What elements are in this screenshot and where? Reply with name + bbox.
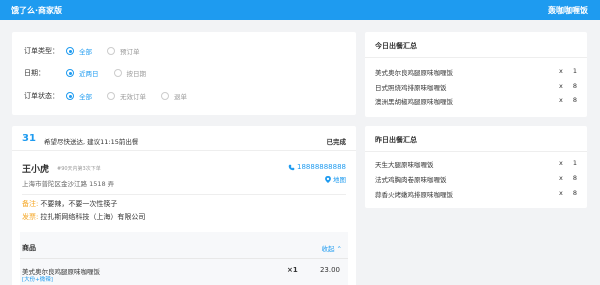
option-label: 退单 — [174, 93, 187, 101]
customer-name: 王小虎 — [22, 165, 50, 175]
order-status: 已完成 — [326, 138, 347, 146]
today-summary-panel: 今日出餐汇总 美式奥尔良鸡腿原味咖喱饭 x1 日式照烧鸡排原味咖喱饭 x8 澳洲… — [365, 32, 587, 117]
radio-icon — [66, 47, 74, 55]
radio-icon — [66, 69, 74, 77]
order-hint: 希望尽快送达, 建议11:15前出餐 — [44, 138, 139, 146]
chevron-up-icon: ⌃ — [334, 245, 342, 253]
dish-name: 美式奥尔良鸡腿原味咖喱饭 — [375, 69, 453, 77]
product-spec: [大份+微辣] — [22, 277, 53, 283]
order-remark: 备注: 不要辣，不要一次性筷子 — [22, 199, 117, 209]
divider — [365, 57, 587, 58]
divider — [20, 258, 348, 259]
filter-date: 日期： 近两日 按日期 — [24, 68, 161, 78]
filter-status: 订单状态： 全部 无效订单 退单 — [24, 91, 202, 101]
dish-qty: x8 — [559, 96, 577, 104]
yesterday-summary-title: 昨日出餐汇总 — [375, 136, 417, 144]
yesterday-summary-panel: 昨日出餐汇总 天生大腿原味咖喱饭 x1 法式鸡胸肉卷原味咖喱饭 x8 蒜香火烤嫩… — [365, 126, 587, 208]
radio-icon — [107, 47, 115, 55]
order-number: 31 — [22, 133, 36, 144]
dish-name: 法式鸡胸肉卷原味咖喱饭 — [375, 176, 447, 184]
location-pin-icon — [325, 175, 331, 183]
summary-row: 蒜香火烤嫩鸡排原味咖喱饭 x8 — [375, 189, 577, 199]
option-label: 全部 — [79, 48, 92, 56]
invoice-key: 发票: — [22, 213, 39, 221]
filter-label: 日期： — [24, 69, 45, 77]
dish-qty: x8 — [559, 189, 577, 197]
today-summary-title: 今日出餐汇总 — [375, 42, 417, 50]
order-invoice: 发票: 拉扎斯网络科技（上海）有限公司 — [22, 212, 145, 222]
summary-row: 美式奥尔良鸡腿原味咖喱饭 x1 — [375, 67, 577, 77]
option-label: 全部 — [79, 93, 92, 101]
divider — [365, 151, 587, 152]
dish-name: 天生大腿原味咖喱饭 — [375, 161, 434, 169]
dish-qty: x1 — [559, 67, 577, 75]
summary-row: 澳洲黑胡椒鸡腿原味咖喱饭 x8 — [375, 96, 577, 106]
map-link[interactable]: 地图 — [325, 174, 346, 184]
status-option-invalid[interactable]: 无效订单 — [107, 91, 146, 101]
option-label: 预订单 — [120, 48, 140, 56]
customer-order-count: #90天内第3次下单 — [57, 166, 101, 172]
order-header: 31 希望尽快送达, 建议11:15前出餐 已完成 — [12, 126, 356, 151]
filter-order-type: 订单类型： 全部 预订单 — [24, 46, 155, 56]
products-title: 商品 — [22, 244, 36, 252]
divider — [22, 194, 346, 195]
product-price: 23.00 — [319, 266, 340, 274]
radio-icon — [66, 92, 74, 100]
phone-link[interactable]: 18888888888 — [288, 163, 346, 171]
dish-name: 日式照烧鸡排原味咖喱饭 — [375, 84, 447, 92]
option-label: 近两日 — [79, 70, 99, 78]
order-type-option-all[interactable]: 全部 — [66, 46, 92, 56]
remark-key: 备注: — [22, 200, 39, 208]
status-option-all[interactable]: 全部 — [66, 91, 92, 101]
top-bar: 饿了么·商家版 轰咖咖喱饭 — [0, 0, 600, 20]
shop-name[interactable]: 轰咖咖喱饭 — [548, 5, 588, 16]
dish-name: 蒜香火烤嫩鸡排原味咖喱饭 — [375, 191, 453, 199]
phone-number: 18888888888 — [297, 163, 346, 171]
collapse-label: 收起 — [321, 245, 335, 253]
remark-value: 不要辣，不要一次性筷子 — [40, 200, 118, 208]
summary-row: 日式照烧鸡排原味咖喱饭 x8 — [375, 82, 577, 92]
map-label: 地图 — [333, 176, 346, 184]
app-title: 饿了么·商家版 — [11, 6, 63, 15]
radio-icon — [161, 92, 169, 100]
customer-address: 上海市普陀区金沙江路 1518 弄 — [22, 180, 115, 188]
product-qty: ×1 — [287, 266, 298, 274]
phone-icon — [288, 164, 295, 170]
dish-qty: x8 — [559, 82, 577, 90]
dish-qty: x8 — [559, 174, 577, 182]
radio-icon — [113, 69, 122, 77]
option-label: 按日期 — [126, 70, 147, 78]
summary-row: 法式鸡胸肉卷原味咖喱饭 x8 — [375, 174, 577, 184]
status-option-refund[interactable]: 退单 — [161, 91, 187, 101]
filter-label: 订单状态： — [24, 92, 59, 100]
filter-panel: 订单类型： 全部 预订单 日期： 近两日 按日期 订单状态： 全部 无效订单 退… — [12, 32, 356, 115]
filter-label: 订单类型： — [24, 47, 59, 55]
order-card: 31 希望尽快送达, 建议11:15前出餐 已完成 王小虎 #90天内第3次下单… — [12, 126, 356, 285]
radio-icon — [107, 92, 115, 100]
order-type-option-preorder[interactable]: 预订单 — [107, 46, 140, 56]
date-option-recent[interactable]: 近两日 — [66, 68, 99, 78]
dish-qty: x1 — [559, 159, 577, 167]
collapse-toggle[interactable]: 收起 ⌃ — [321, 243, 342, 253]
invoice-value: 拉扎斯网络科技（上海）有限公司 — [40, 213, 146, 221]
option-label: 无效订单 — [120, 93, 146, 101]
date-option-by-date[interactable]: 按日期 — [113, 68, 147, 78]
dish-name: 澳洲黑胡椒鸡腿原味咖喱饭 — [375, 98, 453, 106]
summary-row: 天生大腿原味咖喱饭 x1 — [375, 159, 577, 169]
